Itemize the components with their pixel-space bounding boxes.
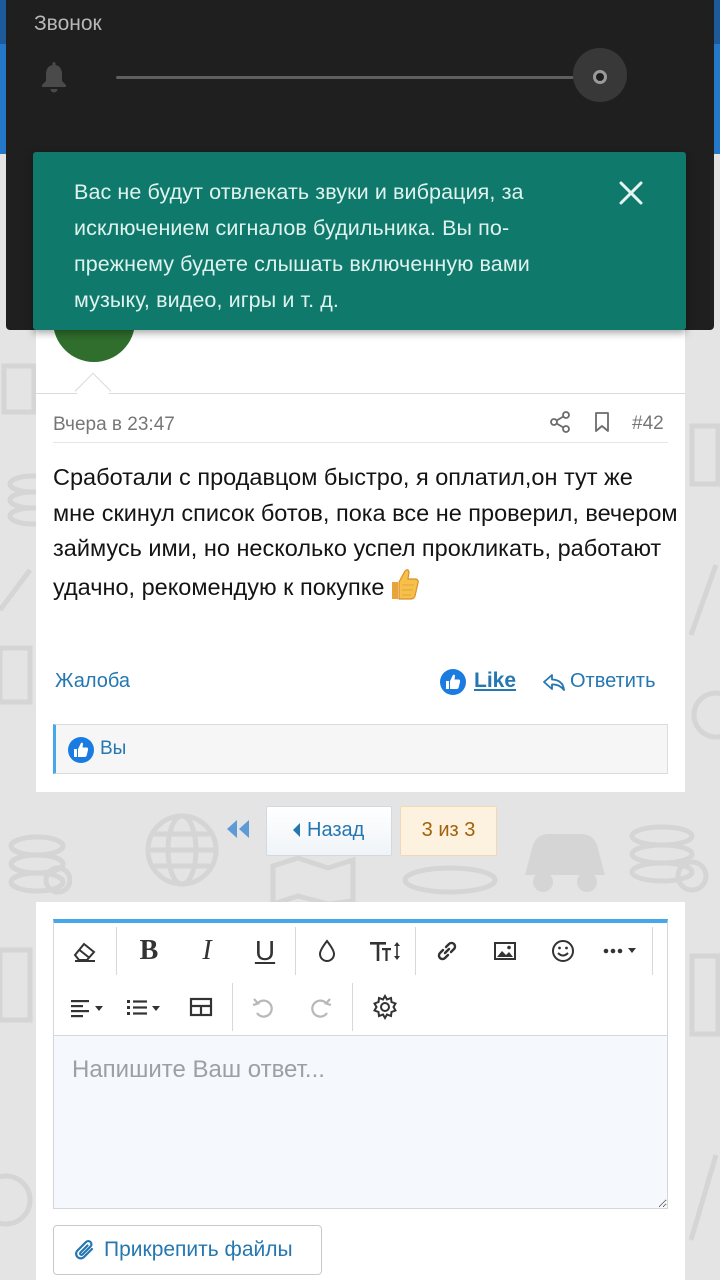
attach-files-label: Прикрепить файлы [104,1238,293,1261]
toolbar-separator [352,983,353,1031]
eraser-icon [73,942,96,962]
current-page-label: 3 из 3 [421,819,476,841]
share-icon[interactable] [548,410,572,434]
pattern-shape [0,1173,33,1227]
bookmark-icon[interactable] [590,410,614,434]
close-icon[interactable] [616,178,646,208]
dnd-notification: Вас не будут отвлекать звуки и вибрация,… [33,152,686,330]
post-number[interactable]: #42 [632,413,664,435]
bold-button[interactable]: B [126,929,172,973]
editor-frame: B I U [53,919,668,1209]
coins-icon [8,834,72,895]
underline-button[interactable]: U [242,929,288,973]
coins-icon [629,824,709,893]
like-icon [440,669,466,695]
align-button[interactable] [62,985,116,1029]
reaction-user[interactable]: Вы [100,738,126,760]
post-date[interactable]: Вчера в 23:47 [53,414,175,436]
pattern-shape [691,690,720,740]
post-body: Сработали с продавцом быстро, я оплатил,… [53,460,678,605]
globe-icon [145,813,219,887]
reply-input[interactable] [54,1036,667,1208]
paperclip-icon [75,1239,94,1260]
coins-icon [402,865,498,895]
first-page-icon[interactable] [225,818,251,840]
pattern-shape [689,423,720,487]
bold-icon: B [139,935,159,966]
color-button[interactable] [304,929,350,973]
map-icon [270,856,356,906]
table-button[interactable] [178,985,224,1029]
image-icon [494,942,516,960]
current-page-indicator[interactable]: 3 из 3 [400,806,497,856]
smiley-icon [552,940,574,962]
list-icon [127,1000,160,1015]
report-link[interactable]: Жалоба [55,670,130,693]
table-icon [189,997,213,1017]
eraser-button[interactable] [62,929,108,973]
link-button[interactable] [424,929,470,973]
like-label: Like [474,669,517,692]
volume-slider-thumb[interactable] [593,70,607,84]
font-size-button[interactable] [359,929,413,973]
reply-label: Ответить [570,670,656,692]
pattern-shape [688,1154,719,1241]
more-icon [603,948,636,954]
italic-icon: I [202,935,212,966]
list-button[interactable] [118,985,172,1029]
like-reaction-icon [68,737,94,763]
link-icon [437,941,457,961]
more-button[interactable] [594,929,648,973]
font-size-icon [370,942,400,961]
bell-icon[interactable] [36,60,72,96]
redo-icon [311,998,332,1018]
toolbar-separator [232,983,233,1031]
pattern-shape [0,568,32,612]
toolbar-separator [415,927,416,975]
volume-slider-track[interactable] [116,76,606,79]
align-icon [71,1000,103,1018]
undo-button[interactable] [240,985,286,1029]
reactions-bar[interactable]: Вы [53,724,668,774]
reply-icon [543,674,565,691]
undo-icon [252,998,273,1018]
document-icon [1,363,37,415]
toolbar-separator [116,927,117,975]
prev-page-button[interactable]: Назад [266,806,392,856]
underline-icon: U [254,935,276,966]
post-card: Вчера в 23:47 #42 Сработали с продавцом … [36,330,685,792]
pattern-shape [689,953,720,1037]
pattern-shape [0,645,33,705]
pattern-shape [0,947,33,1023]
reply-editor-card: B I U Напишите Ваш ответ... Прикрепить ф… [36,902,685,1280]
settings-button[interactable] [362,985,408,1029]
volume-title: Звонок [34,12,102,35]
post-body-text: Сработали с продавцом быстро, я оплатил,… [53,464,678,600]
car-icon [525,834,605,892]
prev-page-label: Назад [307,819,365,841]
smiley-button[interactable] [540,929,586,973]
attach-files-button[interactable]: Прикрепить файлы [53,1225,322,1275]
settings-icon [373,993,397,1021]
toolbar-separator [295,927,296,975]
chevron-left-icon [293,823,300,837]
thumbs-up-icon [392,568,420,600]
italic-button[interactable]: I [184,929,230,973]
post-divider [53,442,668,443]
editor-toolbar: B I U [54,923,667,1036]
pattern-shape [688,564,719,636]
dnd-message: Вас не будут отвлекать звуки и вибрация,… [74,180,530,312]
image-button[interactable] [482,929,528,973]
redo-button[interactable] [298,985,344,1029]
toolbar-separator [652,927,653,975]
color-drop-icon [318,939,336,962]
